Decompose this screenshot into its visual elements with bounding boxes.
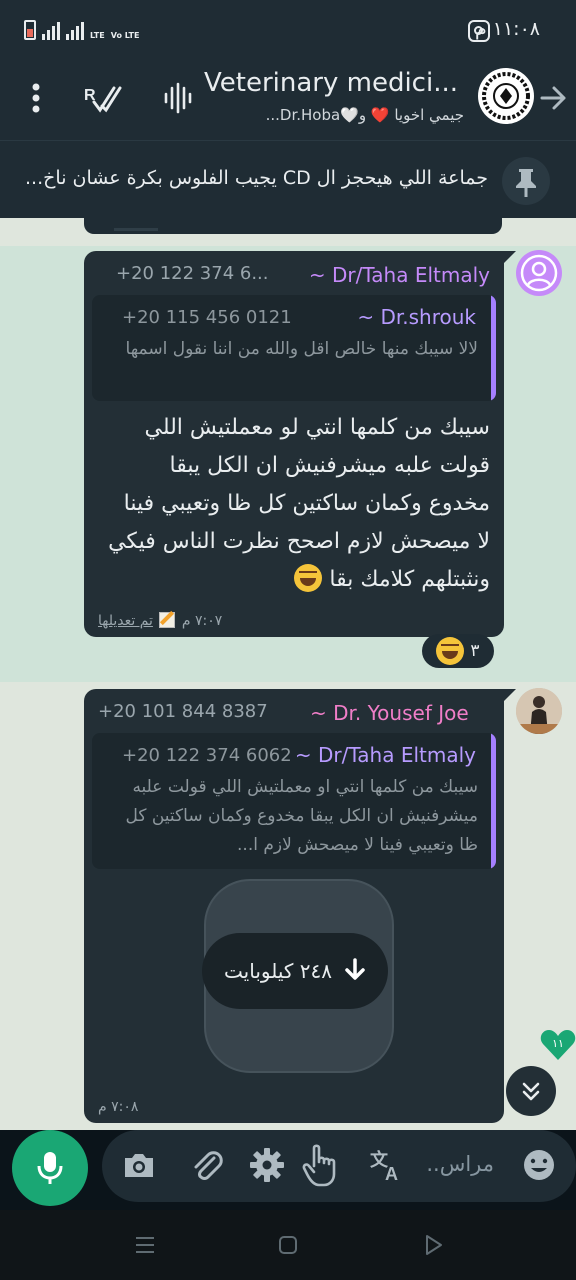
message-meta: ٧:٠٨ م	[98, 1099, 138, 1115]
back-nav-icon[interactable]	[424, 1234, 444, 1256]
reaction-laughing-icon	[436, 637, 465, 665]
battery-icon	[24, 20, 36, 40]
message-text: سيبك من كلمها انتي لو معملتيش اللي قولت …	[108, 409, 490, 599]
status-bar: LTE Vo LTE ١١:٠٨ م	[0, 0, 576, 60]
signal-icon-2	[66, 22, 84, 40]
recent-apps-icon[interactable]	[134, 1235, 156, 1255]
download-arrow-icon	[345, 958, 365, 980]
attach-icon[interactable]	[188, 1146, 226, 1184]
quoted-text: لالا سيبك منها خالص اقل والله من اننا نق…	[125, 339, 478, 359]
chat-members[interactable]: جيمي اخويا ❤️ و🤍Dr.Hoba...	[204, 106, 464, 124]
signal-icon	[42, 22, 60, 40]
download-button[interactable]: ٢٤٨ كيلوبايت	[202, 933, 388, 1009]
volte-label: Vo LTE	[110, 31, 140, 40]
clock: ١١:٠٨ م	[474, 18, 540, 40]
microphone-icon	[37, 1152, 63, 1184]
double-chevron-down-icon	[522, 1082, 540, 1101]
message-meta: ٧:٠٧ م تم تعديلها	[98, 612, 222, 629]
group-logo-icon	[482, 72, 530, 120]
back-arrow-icon[interactable]	[534, 80, 570, 116]
message-bubble[interactable]: ~ Dr. Yousef Joe +20 101 844 8387 ~ Dr/T…	[84, 689, 516, 1123]
edited-label[interactable]: تم تعديلها	[98, 613, 153, 629]
touch-hand-icon[interactable]	[300, 1140, 344, 1188]
unread-count: ١١	[552, 1037, 564, 1050]
voice-chat-icon[interactable]	[162, 82, 194, 114]
sender-name[interactable]: ~ Dr. Yousef Joe	[310, 701, 490, 725]
pin-icon[interactable]	[502, 157, 550, 205]
quote-bar	[491, 733, 496, 869]
pinned-text[interactable]: جماعة اللي هيحجز ال CD يجيب الفلوس بكرة …	[16, 167, 488, 189]
quoted-phone: +20 115 456 0121	[122, 307, 292, 328]
scroll-to-bottom-button[interactable]	[506, 1066, 556, 1116]
input-placeholder[interactable]: مراس..	[426, 1152, 494, 1176]
sender-phone: +20 122 374 6...	[116, 263, 269, 284]
sender-phone: +20 101 844 8387	[98, 701, 268, 722]
message-time: ٧:٠٧ م	[181, 613, 223, 629]
laughing-emoji-icon	[294, 564, 323, 592]
chat-area[interactable]: ~ Dr/Taha Eltmaly +20 122 374 6... ~ Dr.…	[0, 218, 576, 1130]
chat-header[interactable]: Veterinary medici... جيمي اخويا ❤️ و🤍Dr.…	[0, 60, 576, 140]
quoted-text: سيبك من كلمها انتي او معملتيش اللي قولت …	[125, 777, 478, 855]
quoted-sender: ~ Dr/Taha Eltmaly	[294, 743, 476, 767]
attachment-size: ٢٤٨ كيلوبايت	[224, 959, 332, 983]
previous-message-edge	[84, 218, 502, 234]
more-options-icon[interactable]	[22, 80, 50, 116]
message-input[interactable]: 文 A مراس..	[102, 1130, 576, 1202]
read-all-icon[interactable]: R	[84, 82, 122, 114]
user-photo-icon	[516, 688, 562, 734]
sender-avatar[interactable]	[516, 688, 562, 734]
chat-title[interactable]: Veterinary medici...	[204, 68, 464, 98]
reaction-chip[interactable]: ٣	[422, 634, 494, 668]
sender-avatar[interactable]	[516, 250, 562, 296]
edit-memo-icon	[159, 612, 176, 628]
message-bubble[interactable]: ~ Dr/Taha Eltmaly +20 122 374 6... ~ Dr.…	[84, 251, 516, 637]
pinned-message[interactable]: جماعة اللي هيحجز ال CD يجيب الفلوس بكرة …	[0, 140, 576, 218]
camera-icon[interactable]	[120, 1146, 158, 1184]
lte-label: LTE	[90, 31, 105, 40]
person-icon	[520, 254, 558, 292]
translate-icon[interactable]: 文 A	[368, 1146, 406, 1184]
reaction-count: ٣	[470, 641, 480, 661]
emoji-icon[interactable]	[520, 1146, 558, 1184]
quoted-message[interactable]: ~ Dr/Taha Eltmaly +20 122 374 6062 سيبك …	[92, 733, 496, 869]
group-avatar[interactable]	[478, 68, 534, 124]
settings-gear-icon[interactable]	[248, 1146, 286, 1184]
svg-text:A: A	[385, 1164, 398, 1184]
system-nav-bar	[0, 1210, 576, 1280]
composer: 文 A مراس..	[0, 1130, 576, 1208]
quoted-message[interactable]: ~ Dr.shrouk +20 115 456 0121 لالا سيبك م…	[92, 295, 496, 401]
quoted-sender: ~ Dr.shrouk	[357, 305, 476, 329]
mic-button[interactable]	[12, 1130, 88, 1206]
message-time: ٧:٠٨ م	[98, 1099, 139, 1115]
quote-bar	[491, 295, 496, 401]
unread-heart-icon: ١١	[540, 1030, 576, 1060]
sender-name[interactable]: ~ Dr/Taha Eltmaly	[309, 263, 490, 287]
status-icons: LTE Vo LTE	[24, 20, 139, 40]
quoted-phone: +20 122 374 6062	[122, 745, 292, 766]
message-body: سيبك من كلمها انتي لو معملتيش اللي قولت …	[108, 415, 490, 592]
home-icon[interactable]	[278, 1235, 298, 1255]
